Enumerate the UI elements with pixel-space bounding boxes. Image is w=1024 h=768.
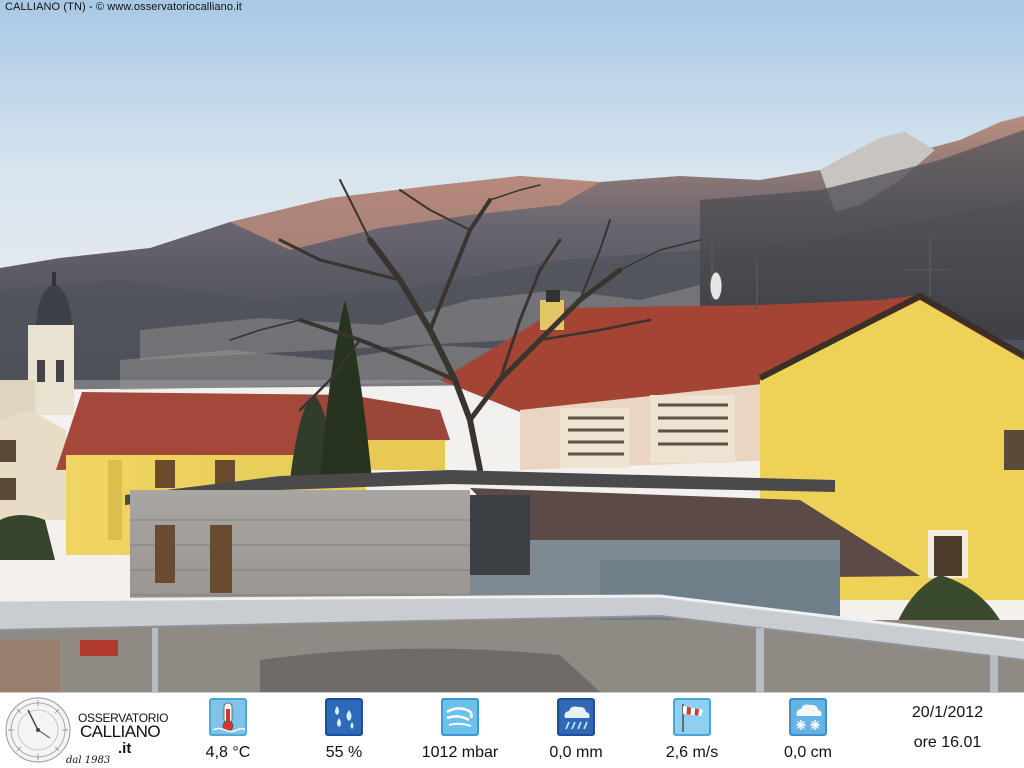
logo-text-calliano: CALLIANO — [80, 722, 161, 741]
webcam-frame: CALLIANO (TN) - © www.osservatoriocallia… — [0, 0, 1024, 768]
compass-dial-icon — [5, 697, 71, 763]
snow-value: 0,0 cm — [783, 744, 832, 761]
thermometer-icon — [209, 698, 247, 736]
rain-reading: 0,0 mm — [521, 693, 631, 768]
image-caption: CALLIANO (TN) - © www.osservatoriocallia… — [5, 1, 242, 13]
humidity-value: 55 % — [325, 744, 363, 761]
snow-cloud-icon — [789, 698, 827, 736]
logo-text-since: dal 1983 — [66, 755, 111, 766]
snow-reading: 0,0 cm — [753, 693, 863, 768]
humidity-drops-icon — [325, 698, 363, 736]
webcam-image — [0, 0, 1024, 692]
date-value: 20/1/2012 — [911, 704, 984, 721]
wind-value: 2,6 m/s — [665, 744, 719, 761]
rain-value: 0,0 mm — [549, 744, 603, 761]
timestamp: 20/1/2012 ore 16.01 — [880, 693, 1015, 768]
time-value: ore 16.01 — [913, 734, 982, 751]
weather-bar: OSSERVATORIO CALLIANO .it dal 1983 4,8 °… — [0, 692, 1024, 768]
pressure-value: 1012 mbar — [421, 744, 499, 761]
humidity-reading: 55 % — [289, 693, 399, 768]
wind-reading: 2,6 m/s — [637, 693, 747, 768]
windsock-icon — [673, 698, 711, 736]
temperature-reading: 4,8 °C — [173, 693, 283, 768]
logo-text-domain: .it — [118, 740, 132, 757]
pressure-wind-icon — [441, 698, 479, 736]
rain-cloud-icon — [557, 698, 595, 736]
temperature-value: 4,8 °C — [205, 744, 251, 761]
observatory-logo: OSSERVATORIO CALLIANO .it dal 1983 — [0, 693, 170, 768]
pressure-reading: 1012 mbar — [405, 693, 515, 768]
